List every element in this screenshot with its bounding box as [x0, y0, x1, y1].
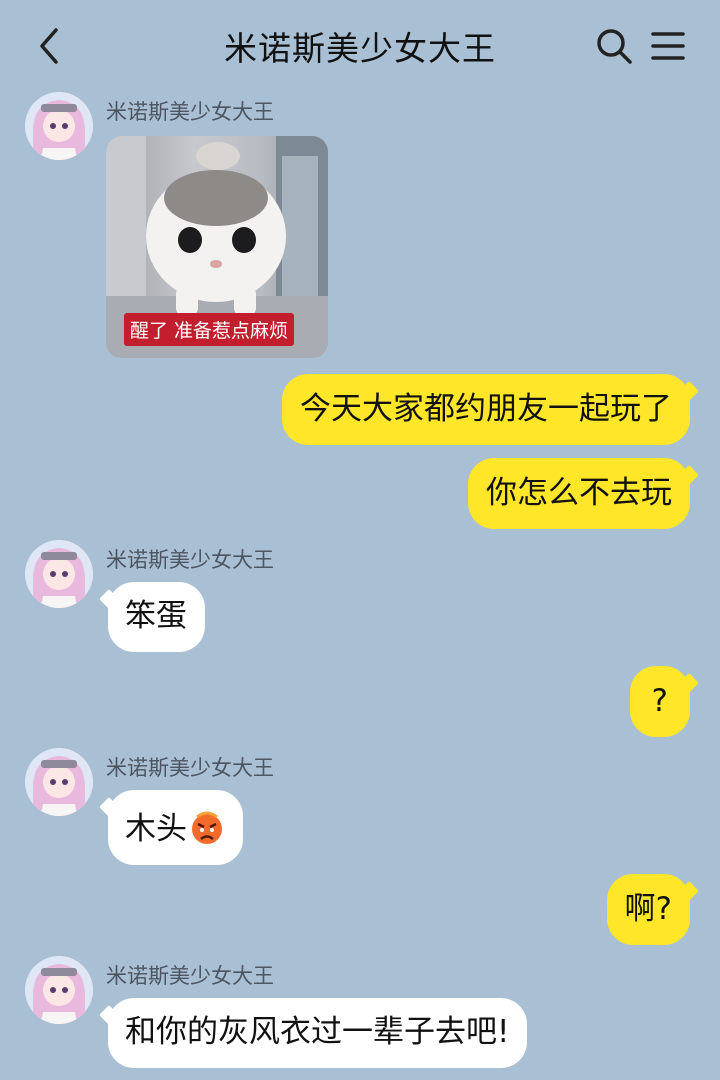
- search-button[interactable]: [592, 24, 636, 68]
- message-outgoing[interactable]: 你怎么不去玩: [468, 458, 690, 529]
- chat-header: 米诺斯美少女大王: [0, 0, 720, 92]
- avatar-image: [25, 540, 93, 608]
- avatar-image: [25, 956, 93, 1024]
- message-outgoing[interactable]: 啊?: [606, 874, 690, 945]
- avatar[interactable]: [25, 92, 93, 160]
- message-outgoing[interactable]: ?: [629, 666, 690, 737]
- sender-name: 米诺斯美少女大王: [106, 756, 274, 780]
- kitten-image[interactable]: 醒了 准备惹点麻烦: [106, 136, 328, 358]
- avatar[interactable]: [25, 956, 93, 1024]
- avatar[interactable]: [25, 540, 93, 608]
- message-bubble[interactable]: 和你的灰风衣过一辈子去吧!: [108, 998, 528, 1068]
- sender-name: 米诺斯美少女大王: [106, 964, 274, 988]
- avatar-image: [25, 748, 93, 816]
- chat-title: 米诺斯美少女大王: [224, 29, 496, 68]
- message-bubble[interactable]: 笨蛋: [108, 582, 205, 652]
- sender-name: 米诺斯美少女大王: [106, 548, 274, 572]
- angry-face-emoji: [189, 809, 225, 845]
- avatar[interactable]: [25, 748, 93, 816]
- menu-button[interactable]: [646, 24, 690, 68]
- message-text: 木头: [125, 811, 187, 847]
- sender-name: 米诺斯美少女大王: [106, 100, 274, 124]
- message-bubble[interactable]: 木头: [108, 790, 243, 865]
- back-button[interactable]: [28, 24, 72, 68]
- chevron-left-icon: [40, 28, 58, 64]
- message-outgoing[interactable]: 今天大家都约朋友一起玩了: [282, 374, 690, 445]
- avatar-image: [25, 92, 93, 160]
- image-caption: 醒了 准备惹点麻烦: [124, 313, 295, 346]
- menu-icon: [651, 32, 685, 60]
- search-icon: [597, 29, 632, 64]
